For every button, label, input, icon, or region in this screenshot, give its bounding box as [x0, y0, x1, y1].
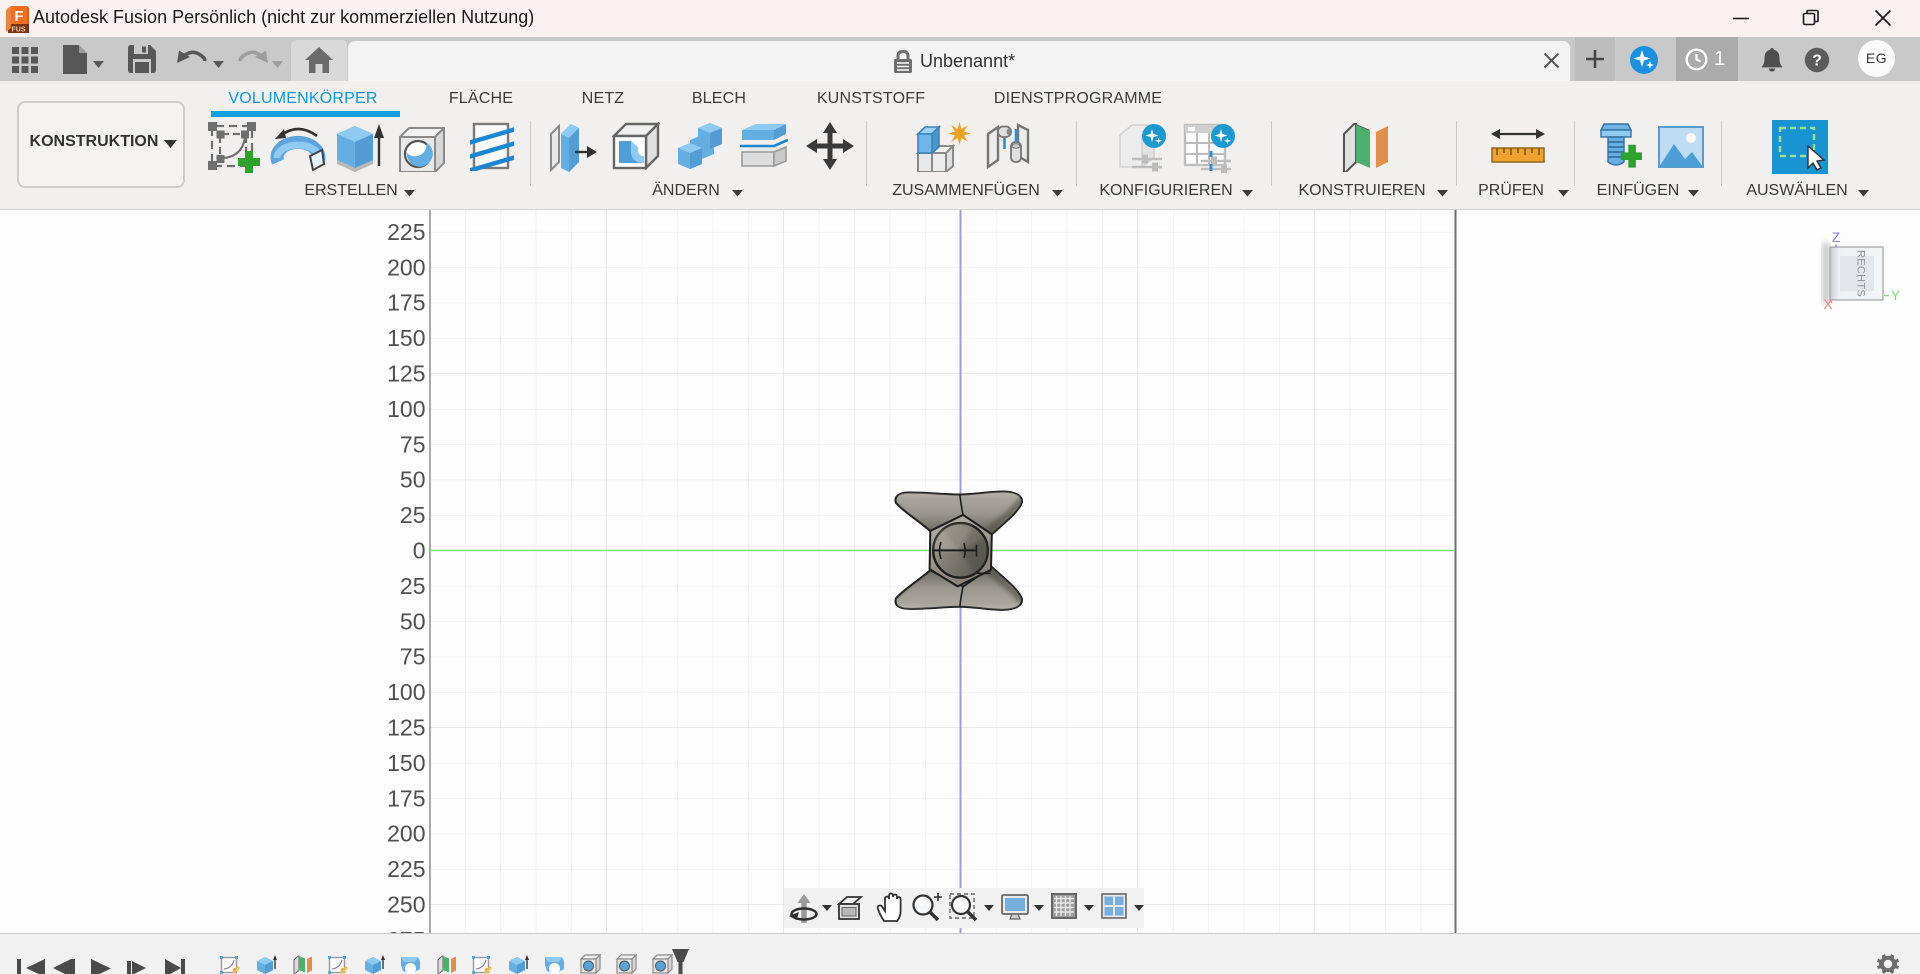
- svg-text:X: X: [1823, 297, 1832, 312]
- svg-text:0: 0: [413, 538, 426, 564]
- svg-text:?: ?: [1812, 53, 1822, 70]
- svg-text:50: 50: [400, 467, 426, 493]
- svg-text:125: 125: [387, 361, 425, 387]
- svg-text:125: 125: [387, 715, 425, 741]
- svg-text:225: 225: [387, 219, 425, 245]
- svg-text:250: 250: [387, 892, 425, 918]
- svg-text:150: 150: [387, 325, 425, 351]
- svg-text:150: 150: [387, 750, 425, 776]
- svg-text:F: F: [14, 8, 23, 25]
- svg-text:225: 225: [387, 856, 425, 882]
- svg-text:Z: Z: [1832, 230, 1840, 245]
- svg-text:175: 175: [387, 785, 425, 811]
- svg-text:FUS: FUS: [12, 27, 26, 34]
- svg-text:RECHTS: RECHTS: [1855, 250, 1867, 297]
- svg-text:50: 50: [400, 608, 426, 634]
- svg-text:75: 75: [400, 644, 426, 670]
- svg-text:175: 175: [387, 290, 425, 316]
- svg-text:100: 100: [387, 396, 425, 422]
- svg-text:Y: Y: [1891, 288, 1900, 303]
- svg-text:25: 25: [400, 573, 426, 599]
- svg-text:200: 200: [387, 821, 425, 847]
- svg-text:100: 100: [387, 679, 425, 705]
- svg-text:200: 200: [387, 254, 425, 280]
- svg-text:75: 75: [400, 431, 426, 457]
- svg-text:25: 25: [400, 502, 426, 528]
